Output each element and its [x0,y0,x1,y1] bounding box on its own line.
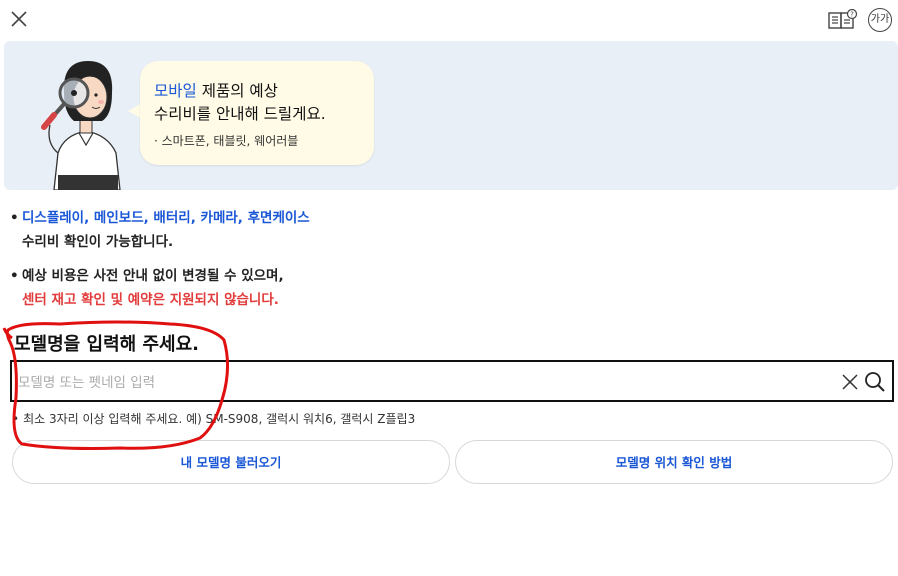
notice-reservation-warning: 센터 재고 확인 및 예약은 지원되지 않습니다. [22,292,279,308]
input-hint: • 최소 3자리 이상 입력해 주세요. 예) SM-S908, 갤럭시 워치6,… [12,410,415,427]
bullet: • [12,412,20,426]
close-icon [842,374,858,390]
mascot-illustration [41,61,121,190]
clear-button[interactable] [840,372,860,392]
banner-subtext: · 스마트폰, 태블릿, 웨어러블 [154,134,299,148]
input-hint-text: 최소 3자리 이상 입력해 주세요. 예) SM-S908, 갤럭시 워치6, … [23,412,416,426]
load-my-model-button[interactable]: 내 모델명 불러오기 [12,440,450,484]
banner: 모바일 제품의 예상 수리비를 안내해 드릴게요. · 스마트폰, 태블릿, 웨… [4,41,898,190]
notice-item-parts: • 디스플레이, 메인보드, 배터리, 카메라, 후면케이스 수리비 확인이 가… [8,206,888,254]
book-question-icon: ? [828,8,858,29]
notice-parts-desc: 수리비 확인이 가능합니다. [22,234,174,250]
banner-line2: 수리비를 안내해 드릴게요. [154,105,326,123]
banner-line1: 모바일 제품의 예상 [154,79,278,101]
svg-text:?: ? [850,11,854,19]
bullet: • [10,268,19,284]
model-section-title: 모델명을 입력해 주세요. [14,334,199,355]
speech-bubble: 모바일 제품의 예상 수리비를 안내해 드릴게요. · 스마트폰, 태블릿, 웨… [140,61,374,165]
search-button[interactable] [864,371,886,393]
find-model-location-button[interactable]: 모델명 위치 확인 방법 [455,440,893,484]
model-search-input[interactable] [16,370,820,396]
close-icon [11,11,27,27]
guide-button[interactable]: ? [828,8,858,31]
banner-highlight: 모바일 [154,82,197,100]
font-size-button[interactable]: 가가 [868,8,892,32]
model-search-box [10,360,894,402]
notice-list: • 디스플레이, 메인보드, 배터리, 카메라, 후면케이스 수리비 확인이 가… [8,206,888,312]
top-bar: ? 가가 [0,0,898,40]
search-icon [865,372,885,392]
notice-parts-list: 디스플레이, 메인보드, 배터리, 카메라, 후면케이스 [22,210,310,226]
notice-price-desc: 예상 비용은 사전 안내 없이 변경될 수 있으며, [22,268,284,284]
notice-item-price: • 예상 비용은 사전 안내 없이 변경될 수 있으며, 센터 재고 확인 및 … [8,264,888,312]
close-button[interactable] [8,8,30,30]
bullet: • [10,210,19,226]
banner-line1-rest: 제품의 예상 [196,82,278,100]
